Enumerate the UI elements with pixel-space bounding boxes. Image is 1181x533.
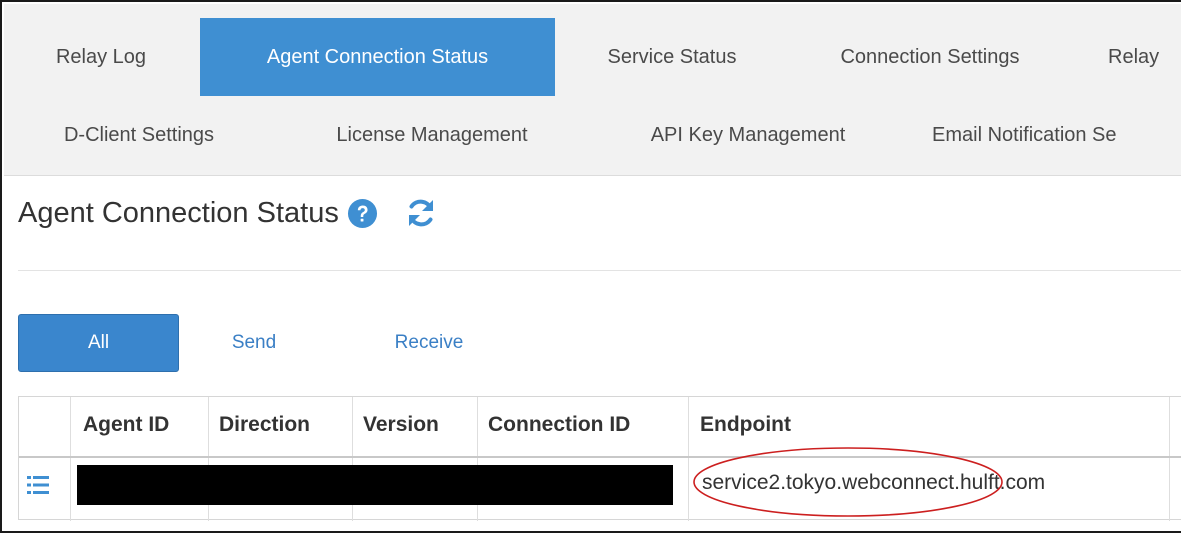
tab-d-client-settings[interactable]: D-Client Settings xyxy=(34,96,244,174)
column-header-direction[interactable]: Direction xyxy=(219,413,310,437)
question-circle-icon[interactable] xyxy=(347,198,378,229)
column-header-endpoint[interactable]: Endpoint xyxy=(700,413,791,437)
heading-divider xyxy=(18,270,1181,271)
filter-receive-button[interactable]: Receive xyxy=(372,314,486,372)
column-header-agent-id[interactable]: Agent ID xyxy=(83,413,169,437)
connection-table: Agent ID Direction Version Connection ID… xyxy=(18,396,1181,521)
tab-agent-connection-status[interactable]: Agent Connection Status xyxy=(200,18,555,96)
tab-api-key-management[interactable]: API Key Management xyxy=(610,96,886,174)
column-header-connection-id[interactable]: Connection ID xyxy=(488,413,630,437)
tab-relay-log[interactable]: Relay Log xyxy=(34,18,168,96)
header-row-divider xyxy=(19,456,1181,458)
redacted-cells xyxy=(77,465,673,505)
page-title: Agent Connection Status xyxy=(18,196,339,229)
app-frame: Relay Log Agent Connection Status Servic… xyxy=(0,0,1181,533)
column-divider xyxy=(688,397,689,521)
column-divider xyxy=(70,397,71,521)
filter-all-button[interactable]: All xyxy=(18,314,179,372)
highlight-annotation xyxy=(693,447,1003,517)
column-header-version[interactable]: Version xyxy=(363,413,439,437)
tab-bar: Relay Log Agent Connection Status Servic… xyxy=(4,4,1181,176)
tab-relay[interactable]: Relay xyxy=(1108,18,1178,96)
column-divider xyxy=(1169,397,1170,521)
tab-email-notification-settings[interactable]: Email Notification Se xyxy=(932,96,1181,174)
refresh-icon[interactable] xyxy=(404,196,438,230)
tab-service-status[interactable]: Service Status xyxy=(574,18,770,96)
tab-connection-settings[interactable]: Connection Settings xyxy=(804,18,1056,96)
list-icon[interactable] xyxy=(27,475,49,495)
filter-send-button[interactable]: Send xyxy=(216,314,292,372)
tab-license-management[interactable]: License Management xyxy=(296,96,568,174)
page-heading: Agent Connection Status xyxy=(18,196,438,230)
